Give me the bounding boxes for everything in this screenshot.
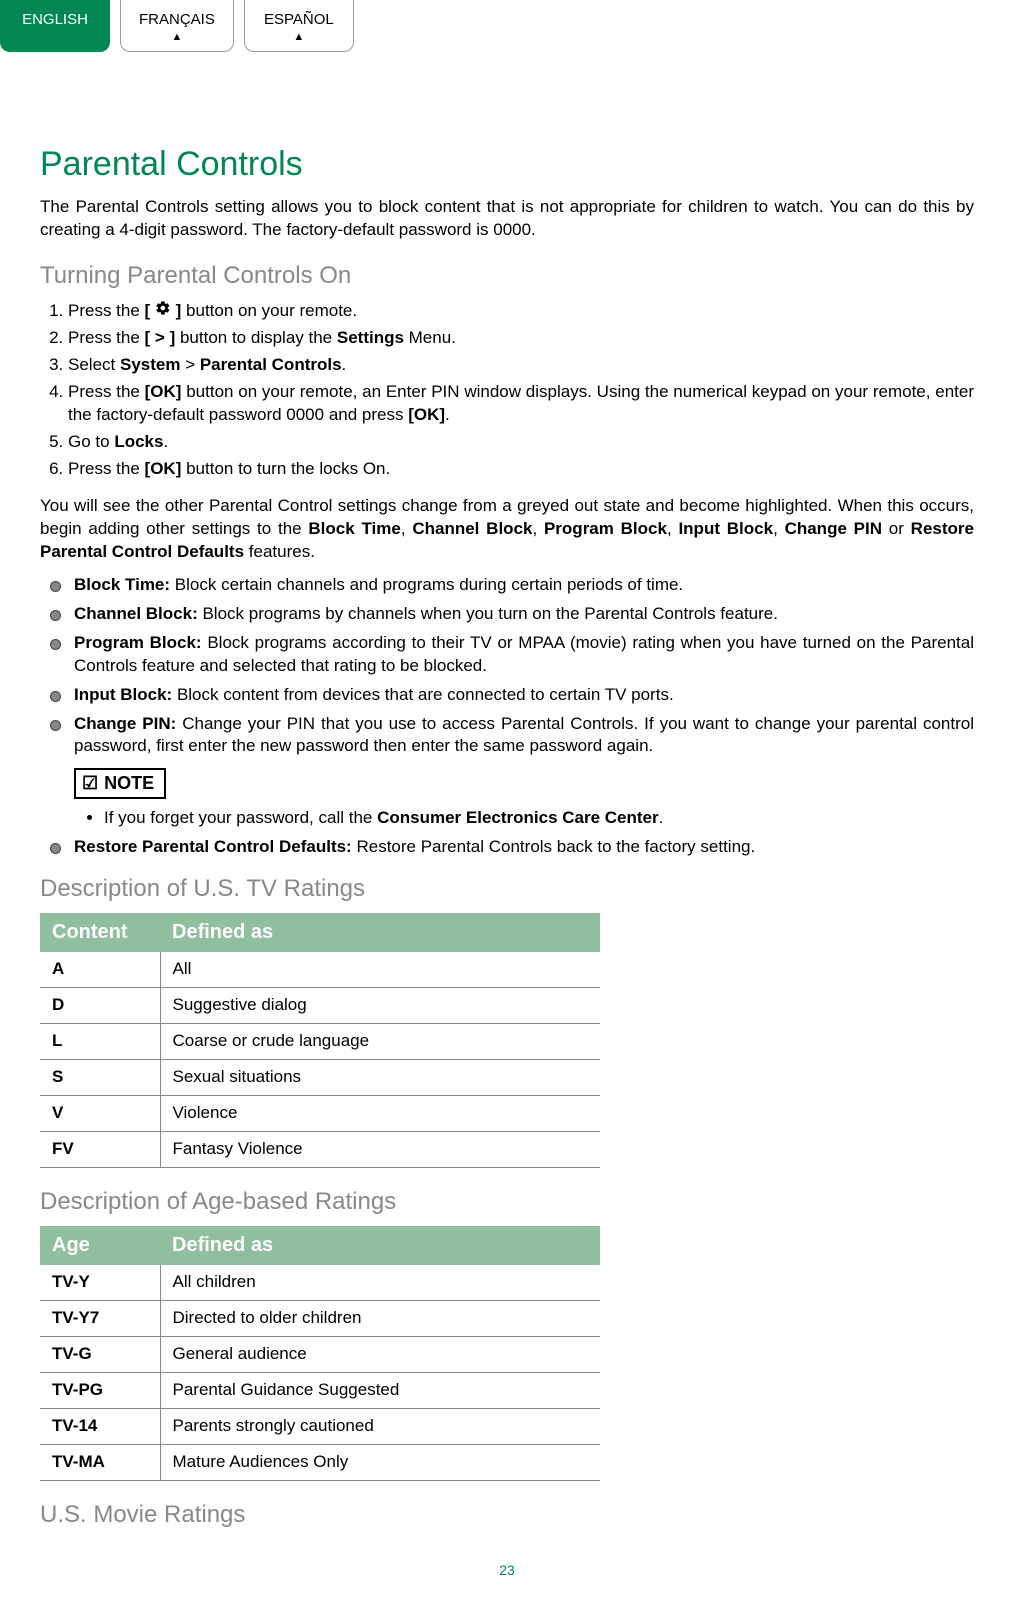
section-heading-age: Description of Age-based Ratings xyxy=(40,1186,974,1218)
step-3: Select System > Parental Controls. xyxy=(68,354,974,377)
section-heading-turning-on: Turning Parental Controls On xyxy=(40,260,974,292)
note-heading: ☑NOTE xyxy=(74,768,166,798)
rating-definition: Directed to older children xyxy=(160,1300,600,1336)
step-2: Press the [ > ] button to display the Se… xyxy=(68,327,974,350)
col-age: Age xyxy=(40,1226,160,1265)
table-row: DSuggestive dialog xyxy=(40,987,600,1023)
rating-code: TV-Y xyxy=(40,1265,160,1300)
tab-francais[interactable]: FRANÇAIS ▲ xyxy=(120,0,234,52)
table-row: FVFantasy Violence xyxy=(40,1131,600,1167)
rating-code: S xyxy=(40,1059,160,1095)
step-6: Press the [OK] button to turn the locks … xyxy=(68,458,974,481)
note-body: If you forget your password, call the Co… xyxy=(74,807,974,830)
bullet-restore-defaults: Restore Parental Control Defaults: Resto… xyxy=(50,836,974,859)
note-box: ☑NOTE If you forget your password, call … xyxy=(74,768,974,829)
rating-definition: Suggestive dialog xyxy=(160,987,600,1023)
step-5: Go to Locks. xyxy=(68,431,974,454)
rating-definition: Coarse or crude language xyxy=(160,1023,600,1059)
bullet-block-time: Block Time: Block certain channels and p… xyxy=(50,574,974,597)
rating-code: TV-Y7 xyxy=(40,1300,160,1336)
note-item: If you forget your password, call the Co… xyxy=(104,807,974,830)
chevron-up-icon: ▲ xyxy=(139,32,215,43)
rating-definition: Parental Guidance Suggested xyxy=(160,1372,600,1408)
us-tv-ratings-table: Content Defined as AAllDSuggestive dialo… xyxy=(40,913,600,1168)
step-1: Press the [ ] button on your remote. xyxy=(68,300,974,323)
feature-bullets-2: Restore Parental Control Defaults: Resto… xyxy=(40,836,974,859)
us-tv-ratings-body: AAllDSuggestive dialogLCoarse or crude l… xyxy=(40,952,600,1167)
rating-code: A xyxy=(40,952,160,987)
tab-english[interactable]: ENGLISH xyxy=(0,0,110,52)
col-defined: Defined as xyxy=(160,1226,600,1265)
intro-paragraph: The Parental Controls setting allows you… xyxy=(40,196,974,242)
rating-code: D xyxy=(40,987,160,1023)
section-heading-movie: U.S. Movie Ratings xyxy=(40,1499,974,1531)
bullet-channel-block: Channel Block: Block programs by channel… xyxy=(50,603,974,626)
bullet-program-block: Program Block: Block programs according … xyxy=(50,632,974,678)
tab-espanol[interactable]: ESPAÑOL ▲ xyxy=(244,0,354,52)
table-row: TV-GGeneral audience xyxy=(40,1336,600,1372)
page-number: 23 xyxy=(40,1561,974,1580)
steps-list: Press the [ ] button on your remote. Pre… xyxy=(40,300,974,481)
rating-definition: All children xyxy=(160,1265,600,1300)
rating-definition: Sexual situations xyxy=(160,1059,600,1095)
rating-definition: All xyxy=(160,952,600,987)
rating-code: TV-PG xyxy=(40,1372,160,1408)
table-row: TV-YAll children xyxy=(40,1265,600,1300)
table-row: TV-MAMature Audiences Only xyxy=(40,1444,600,1480)
rating-definition: Violence xyxy=(160,1095,600,1131)
table-row: TV-14Parents strongly cautioned xyxy=(40,1408,600,1444)
rating-code: L xyxy=(40,1023,160,1059)
table-row: TV-PGParental Guidance Suggested xyxy=(40,1372,600,1408)
rating-code: FV xyxy=(40,1131,160,1167)
rating-definition: Parents strongly cautioned xyxy=(160,1408,600,1444)
table-row: AAll xyxy=(40,952,600,987)
rating-code: TV-G xyxy=(40,1336,160,1372)
age-ratings-body: TV-YAll childrenTV-Y7Directed to older c… xyxy=(40,1265,600,1480)
rating-code: V xyxy=(40,1095,160,1131)
language-tabs: ENGLISH FRANÇAIS ▲ ESPAÑOL ▲ xyxy=(0,0,974,52)
tab-label: ENGLISH xyxy=(19,10,91,30)
rating-code: TV-MA xyxy=(40,1444,160,1480)
greyed-out-paragraph: You will see the other Parental Control … xyxy=(40,495,974,564)
rating-definition: Fantasy Violence xyxy=(160,1131,600,1167)
feature-bullets: Block Time: Block certain channels and p… xyxy=(40,574,974,759)
table-row: VViolence xyxy=(40,1095,600,1131)
rating-definition: Mature Audiences Only xyxy=(160,1444,600,1480)
rating-definition: General audience xyxy=(160,1336,600,1372)
tab-label: FRANÇAIS xyxy=(139,10,215,30)
rating-code: TV-14 xyxy=(40,1408,160,1444)
step-4: Press the [OK] button on your remote, an… xyxy=(68,381,974,427)
check-icon: ☑ xyxy=(82,773,98,793)
col-content: Content xyxy=(40,913,160,952)
chevron-up-icon: ▲ xyxy=(263,32,335,43)
age-ratings-table: Age Defined as TV-YAll childrenTV-Y7Dire… xyxy=(40,1226,600,1481)
page-title: Parental Controls xyxy=(40,142,974,188)
table-row: TV-Y7Directed to older children xyxy=(40,1300,600,1336)
table-row: SSexual situations xyxy=(40,1059,600,1095)
bullet-change-pin: Change PIN: Change your PIN that you use… xyxy=(50,713,974,759)
bullet-input-block: Input Block: Block content from devices … xyxy=(50,684,974,707)
col-defined: Defined as xyxy=(160,913,600,952)
gear-icon xyxy=(155,300,171,323)
table-row: LCoarse or crude language xyxy=(40,1023,600,1059)
section-heading-us-tv: Description of U.S. TV Ratings xyxy=(40,873,974,905)
tab-label: ESPAÑOL xyxy=(263,10,335,30)
